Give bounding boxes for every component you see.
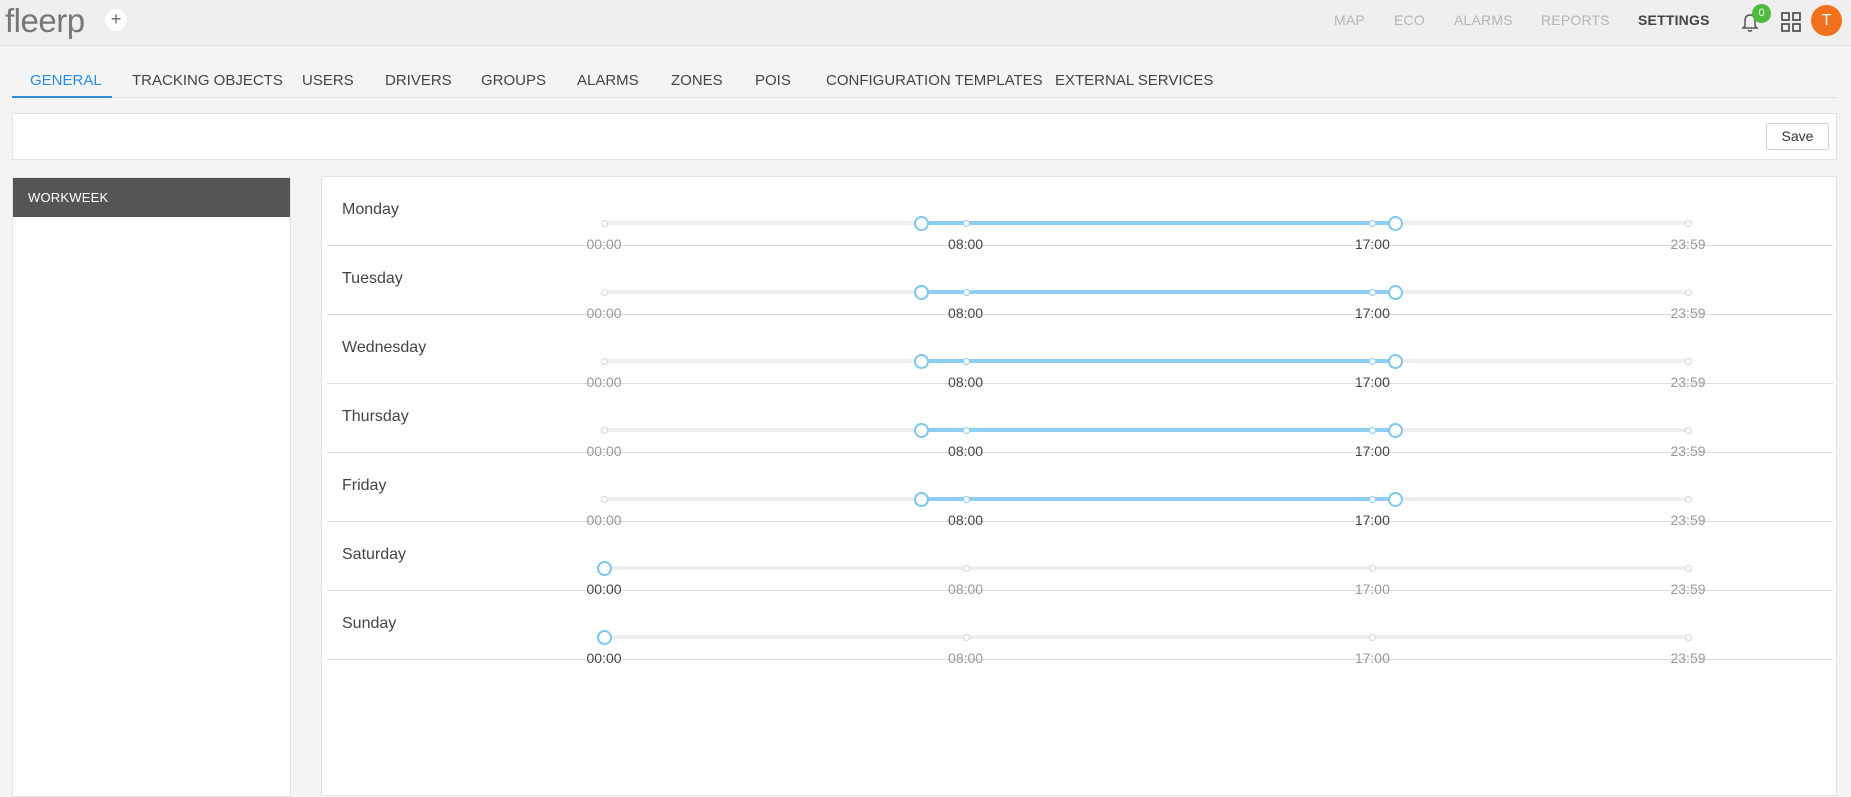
working-hours-range (920, 290, 1396, 294)
start-time-handle[interactable] (913, 285, 929, 300)
start-time-handle[interactable] (913, 492, 929, 507)
sidebar: WORKWEEK (12, 177, 291, 797)
slider-tick (962, 565, 970, 572)
start-time-handle[interactable] (913, 216, 929, 231)
slider-tick (1369, 289, 1377, 296)
start-time-handle[interactable] (597, 561, 612, 576)
slider-tick (601, 496, 608, 503)
active-tab-indicator (12, 96, 112, 98)
end-time-handle[interactable] (1388, 354, 1404, 369)
slider-tick (601, 358, 608, 365)
start-time-handle[interactable] (913, 423, 929, 438)
tick-label: 08:00 (948, 650, 984, 666)
slider-tick (962, 496, 970, 503)
user-avatar[interactable]: T (1811, 5, 1842, 36)
working-hours-range (920, 359, 1396, 363)
slider-tick (962, 634, 970, 641)
tab-configuration-templates[interactable]: CONFIGURATION TEMPLATES (826, 72, 1043, 89)
tab-external-services[interactable]: EXTERNAL SERVICES (1055, 72, 1213, 89)
day-label: Saturday (342, 546, 407, 563)
sidebar-item-workweek[interactable]: WORKWEEK (13, 178, 290, 217)
slider-tick (962, 289, 970, 296)
save-button[interactable]: Save (1766, 123, 1829, 150)
day-label: Thursday (342, 408, 409, 425)
nav-eco[interactable]: ECO (1394, 12, 1425, 28)
slider-tick (962, 220, 970, 227)
day-row-thursday: Thursday 00:00 08:00 17:00 23:59 (327, 384, 1833, 459)
slider-tick (601, 427, 608, 434)
end-time-handle[interactable] (1388, 492, 1404, 507)
working-hours-range (920, 221, 1396, 225)
add-icon[interactable]: + (105, 9, 127, 31)
start-time-handle[interactable] (597, 630, 612, 645)
slider-tick (1685, 634, 1692, 641)
working-hours-range (920, 497, 1396, 501)
slider-tick (601, 220, 608, 227)
tick-label: 17:00 (1354, 650, 1390, 666)
slider-tick (1685, 220, 1692, 227)
end-time-handle[interactable] (1388, 285, 1404, 300)
tick-label: 00:00 (586, 650, 622, 666)
tab-alarms[interactable]: ALARMS (577, 72, 639, 89)
notification-badge: 0 (1752, 4, 1771, 23)
slider-tick (1369, 358, 1377, 365)
day-row-tuesday: Tuesday 00:00 08:00 17:00 23:59 (327, 246, 1833, 321)
slider-tick (1685, 565, 1692, 572)
tab-groups[interactable]: GROUPS (481, 72, 546, 89)
app-logo[interactable]: fleerp (5, 2, 85, 40)
slider-tick (1369, 565, 1377, 572)
slider-tick (1369, 496, 1377, 503)
tick-label: 23:59 (1670, 650, 1706, 666)
end-time-handle[interactable] (1388, 423, 1404, 438)
settings-tabs: GENERAL TRACKING OBJECTS USERS DRIVERS G… (12, 60, 1837, 98)
time-slider-track[interactable] (604, 635, 1688, 639)
workweek-schedule: Monday 00:00 08:00 17:00 23:59 Tuesday 00:00 08… (321, 176, 1837, 796)
tab-general[interactable]: GENERAL (30, 72, 102, 89)
tab-tracking-objects[interactable]: TRACKING OBJECTS (132, 72, 283, 89)
time-slider-track[interactable] (604, 566, 1688, 570)
nav-settings[interactable]: SETTINGS (1638, 12, 1710, 28)
tab-pois[interactable]: POIS (755, 72, 791, 89)
slider-tick (1369, 220, 1377, 227)
day-label: Wednesday (342, 339, 427, 356)
nav-reports[interactable]: REPORTS (1541, 12, 1610, 28)
day-row-sunday: Sunday 00:00 08:00 17:00 23:59 (327, 591, 1833, 666)
day-row-monday: Monday 00:00 08:00 17:00 23:59 (327, 177, 1833, 252)
top-bar: fleerp + MAP ECO ALARMS REPORTS SETTINGS… (0, 0, 1851, 46)
tab-users[interactable]: USERS (302, 72, 354, 89)
slider-tick (1369, 427, 1377, 434)
slider-tick (1685, 427, 1692, 434)
end-time-handle[interactable] (1388, 216, 1404, 231)
slider-tick (962, 358, 970, 365)
slider-tick (1685, 496, 1692, 503)
start-time-handle[interactable] (913, 354, 929, 369)
toolbar: Save (12, 113, 1837, 160)
tab-drivers[interactable]: DRIVERS (385, 72, 452, 89)
slider-tick (1369, 634, 1377, 641)
slider-tick (1685, 289, 1692, 296)
day-row-friday: Friday 00:00 08:00 17:00 23:59 (327, 453, 1833, 528)
day-label: Tuesday (342, 270, 403, 287)
slider-tick (601, 289, 608, 296)
slider-tick (962, 427, 970, 434)
day-label: Sunday (342, 615, 397, 632)
day-row-wednesday: Wednesday 00:00 08:00 17:00 23:59 (327, 315, 1833, 390)
tab-zones[interactable]: ZONES (671, 72, 723, 89)
nav-alarms[interactable]: ALARMS (1454, 12, 1513, 28)
apps-grid-icon[interactable] (1780, 11, 1802, 33)
day-label: Monday (342, 201, 399, 218)
working-hours-range (920, 428, 1396, 432)
nav-map[interactable]: MAP (1334, 12, 1365, 28)
day-label: Friday (342, 477, 387, 494)
slider-tick (1685, 358, 1692, 365)
day-row-saturday: Saturday 00:00 08:00 17:00 23:59 (327, 522, 1833, 597)
